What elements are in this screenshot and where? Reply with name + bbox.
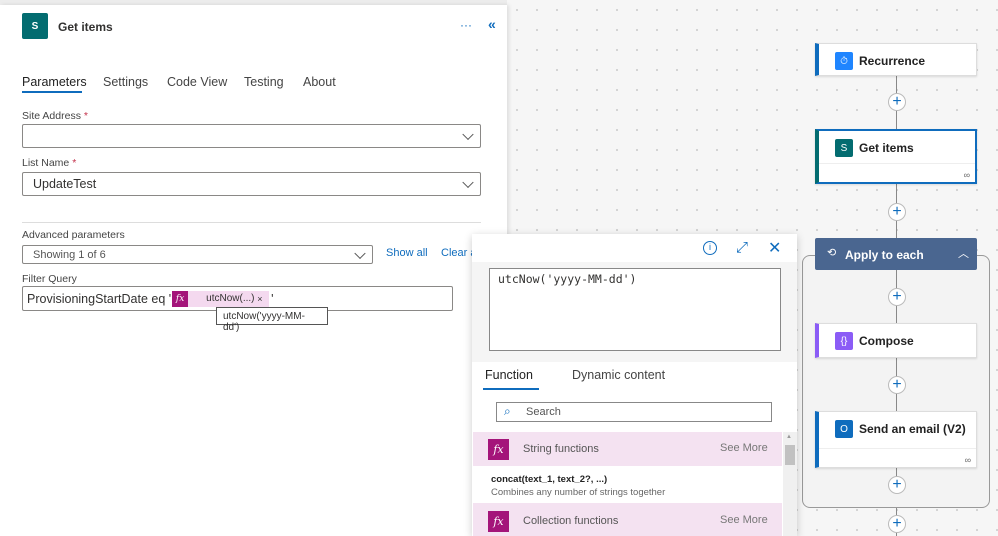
link-icon: ∞	[963, 170, 970, 180]
action-details-panel: S Get items ··· « Parameters Settings Co…	[0, 5, 507, 536]
divider	[22, 222, 481, 223]
filter-text-suffix: '	[271, 291, 274, 306]
tab-testing[interactable]: Testing	[244, 75, 284, 89]
tab-dynamic-content[interactable]: Dynamic content	[572, 368, 665, 382]
tab-function[interactable]: Function	[485, 368, 533, 382]
tab-code-view[interactable]: Code View	[167, 75, 227, 89]
add-step-button[interactable]: +	[888, 476, 906, 494]
category-collection-functions[interactable]: fx Collection functions See More	[473, 503, 782, 536]
sharepoint-icon: S	[835, 139, 853, 157]
category-label: Collection functions	[523, 515, 619, 527]
link-icon: ∞	[964, 455, 971, 465]
more-options-button[interactable]: ···	[460, 18, 472, 32]
tab-parameters[interactable]: Parameters	[22, 75, 87, 89]
node-get-items[interactable]: S Get items ∞	[815, 129, 977, 184]
expression-textarea[interactable]: utcNow('yyyy-MM-dd')	[489, 268, 781, 351]
function-item-concat[interactable]: concat(text_1, text_2?, ...) Combines an…	[473, 466, 782, 503]
node-title: Get items	[859, 141, 914, 155]
node-send-email[interactable]: O Send an email (V2) ∞	[815, 411, 977, 468]
see-more-link[interactable]: See More	[720, 514, 768, 526]
function-search-input[interactable]: ⌕ Search	[496, 402, 772, 422]
node-title: Send an email (V2)	[859, 422, 966, 436]
token-tooltip: utcNow('yyyy-MM-dd')	[216, 307, 328, 333]
close-icon[interactable]: ✕	[768, 238, 781, 258]
chevron-down-icon	[462, 176, 474, 189]
list-name-label: List Name *	[22, 157, 77, 169]
node-title: Compose	[859, 334, 914, 348]
tab-settings[interactable]: Settings	[103, 75, 148, 89]
category-label: String functions	[523, 443, 599, 455]
advanced-parameters-label: Advanced parameters	[22, 229, 125, 241]
filter-text: ProvisioningStartDate eq '	[27, 291, 172, 306]
expression-token[interactable]: utcNow(...) ×	[188, 290, 270, 307]
sharepoint-icon: S	[22, 13, 48, 39]
site-address-label: Site Address *	[22, 110, 88, 122]
add-step-button[interactable]: +	[888, 93, 906, 111]
active-tab-indicator	[483, 388, 539, 390]
add-step-button[interactable]: +	[888, 376, 906, 394]
site-address-dropdown[interactable]	[22, 124, 481, 148]
node-recurrence[interactable]: ⏱ Recurrence	[815, 43, 977, 76]
active-tab-indicator	[22, 91, 82, 93]
node-apply-to-each[interactable]: ⟲ Apply to each ︿	[815, 238, 977, 270]
node-title: Apply to each	[845, 248, 924, 262]
info-icon[interactable]: i	[703, 241, 717, 255]
add-step-button[interactable]: +	[888, 288, 906, 306]
expand-icon[interactable]: ⤢	[736, 239, 748, 256]
fx-icon: fx	[488, 439, 509, 460]
chevron-down-icon	[462, 128, 474, 141]
add-step-button[interactable]: +	[888, 203, 906, 221]
node-title: Recurrence	[859, 54, 926, 68]
add-step-button[interactable]: +	[888, 515, 906, 533]
category-string-functions[interactable]: fx String functions See More	[473, 432, 782, 466]
show-all-link[interactable]: Show all	[386, 247, 428, 259]
search-icon: ⌕	[504, 404, 511, 418]
node-compose[interactable]: {} Compose	[815, 323, 977, 358]
remove-token-button[interactable]: ×	[257, 294, 262, 304]
collapse-panel-button[interactable]: «	[488, 16, 496, 32]
list-name-dropdown[interactable]: UpdateTest	[22, 172, 481, 196]
outlook-icon: O	[835, 420, 853, 438]
panel-title: Get items	[58, 20, 113, 34]
advanced-parameters-dropdown[interactable]: Showing 1 of 6	[22, 245, 373, 264]
function-signature: concat(text_1, text_2?, ...)	[491, 474, 608, 485]
expression-editor-popup: i ⤢ ✕ utcNow('yyyy-MM-dd') Function Dyna…	[472, 234, 797, 536]
see-more-link[interactable]: See More	[720, 442, 768, 454]
fx-icon: fx	[172, 290, 189, 307]
compose-icon: {}	[835, 332, 853, 350]
function-description: Combines any number of strings together	[491, 487, 666, 498]
loop-icon: ⟲	[827, 247, 837, 259]
scrollbar[interactable]: ▲	[783, 432, 797, 536]
filter-query-label: Filter Query	[22, 273, 77, 285]
collapse-chevron-icon[interactable]: ︿	[958, 245, 969, 261]
clock-icon: ⏱	[835, 52, 853, 70]
chevron-down-icon	[354, 247, 366, 259]
fx-icon: fx	[488, 511, 509, 532]
tab-about[interactable]: About	[303, 75, 336, 89]
